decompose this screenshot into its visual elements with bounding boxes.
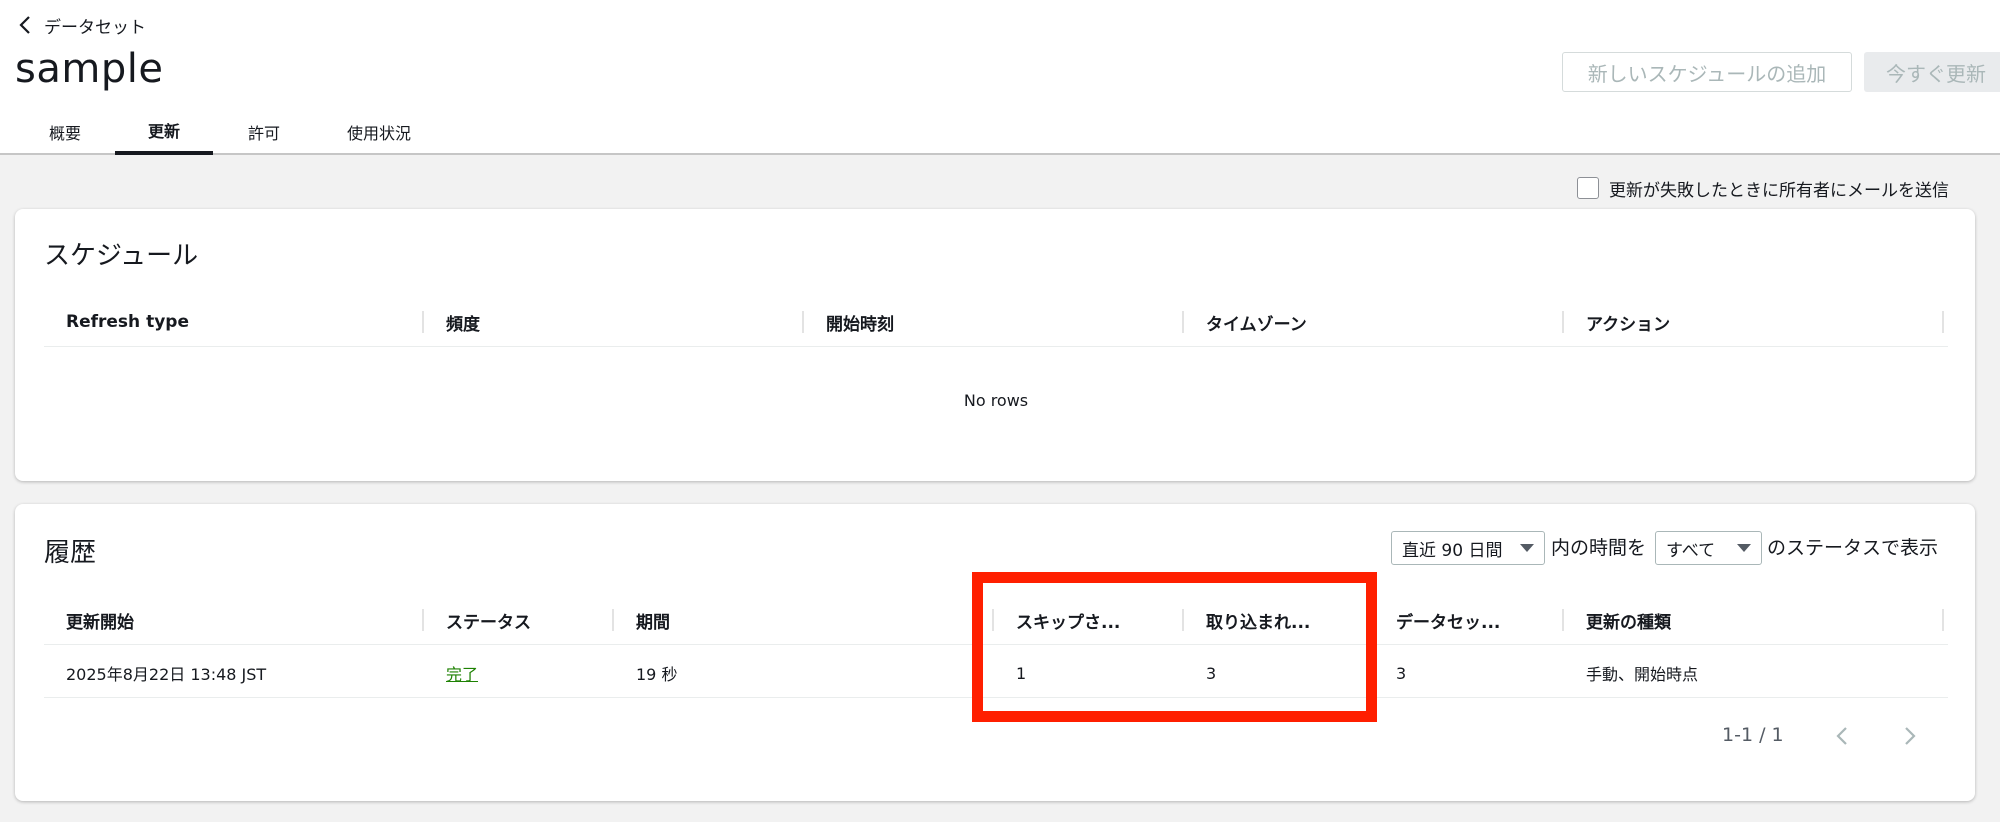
email-owner-label: 更新が失敗したときに所有者にメールを送信: [1609, 180, 1949, 201]
column-resizer[interactable]: [422, 609, 424, 631]
column-dataset-rows[interactable]: データセッ...: [1396, 595, 1500, 645]
tab-usage[interactable]: 使用状況: [346, 108, 412, 155]
column-timezone[interactable]: タイムゾーン: [1206, 297, 1307, 347]
caret-down-icon: [1737, 544, 1751, 552]
column-resizer[interactable]: [1942, 311, 1944, 333]
duration-cell: 19 秒: [636, 665, 678, 684]
ingested-rows-cell: 3: [1206, 663, 1217, 683]
time-range-value: 直近 90 日間: [1402, 540, 1503, 561]
column-refresh-start[interactable]: 更新開始: [66, 595, 134, 645]
column-resizer[interactable]: [1562, 609, 1564, 631]
column-resizer[interactable]: [1182, 311, 1184, 333]
back-link-label: データセット: [44, 17, 146, 38]
column-status[interactable]: ステータス: [446, 595, 531, 645]
status-link[interactable]: 完了: [446, 648, 478, 698]
schedule-title: スケジュール: [44, 241, 199, 271]
skipped-rows-cell: 1: [1016, 663, 1027, 683]
column-resizer[interactable]: [422, 311, 424, 333]
page-header: データセット sample 新しいスケジュールの追加 今すぐ更新 概要 更新 許…: [0, 0, 2000, 155]
email-owner-checkbox[interactable]: [1577, 177, 1599, 199]
column-actions[interactable]: アクション: [1586, 297, 1670, 347]
column-start-time[interactable]: 開始時刻: [826, 297, 894, 347]
add-schedule-button[interactable]: 新しいスケジュールの追加: [1562, 52, 1852, 92]
column-resizer[interactable]: [612, 609, 614, 631]
tab-refresh[interactable]: 更新: [115, 108, 213, 155]
column-resizer[interactable]: [1562, 311, 1564, 333]
column-resizer[interactable]: [992, 609, 994, 631]
status-filter-select[interactable]: すべて: [1655, 531, 1762, 565]
time-range-select[interactable]: 直近 90 日間: [1391, 531, 1545, 565]
pagination-summary: 1-1 / 1: [1722, 724, 1784, 746]
schedule-table-header: Refresh type 頻度 開始時刻 タイムゾーン アクション: [44, 297, 1948, 347]
dataset-rows-cell: 3: [1396, 663, 1407, 683]
schedule-card: スケジュール Refresh type 頻度 開始時刻 タイムゾーン アクション…: [15, 209, 1975, 481]
history-table-header: 更新開始 ステータス 期間 スキップさ... 取り込まれ... データセッ...…: [44, 595, 1948, 645]
column-resizer[interactable]: [1942, 609, 1944, 631]
status-filter-value: すべて: [1666, 540, 1716, 561]
filter-text-middle: 内の時間を: [1551, 537, 1647, 559]
tab-permissions[interactable]: 許可: [247, 108, 281, 155]
refresh-type-cell: 手動、開始時点: [1586, 665, 1699, 684]
column-skipped-rows[interactable]: スキップさ...: [1016, 595, 1120, 645]
column-frequency[interactable]: 頻度: [446, 297, 480, 347]
column-duration[interactable]: 期間: [636, 595, 670, 645]
column-resizer[interactable]: [802, 311, 804, 333]
tab-overview[interactable]: 概要: [48, 108, 82, 155]
refresh-start-cell: 2025年8月22日 13:48 JST: [66, 665, 267, 684]
column-resizer[interactable]: [1182, 609, 1184, 631]
empty-table-message: No rows: [963, 391, 1029, 410]
history-title: 履歴: [44, 538, 97, 568]
column-refresh-type[interactable]: 更新の種類: [1586, 595, 1671, 645]
back-to-datasets-link[interactable]: データセット: [18, 12, 146, 38]
column-resizer[interactable]: [1372, 609, 1374, 631]
previous-page-icon[interactable]: [1832, 724, 1852, 748]
email-owner-on-failure-option[interactable]: 更新が失敗したときに所有者にメールを送信: [1577, 176, 1949, 201]
column-ingested-rows[interactable]: 取り込まれ...: [1206, 595, 1310, 645]
chevron-left-icon: [19, 16, 30, 34]
next-page-icon[interactable]: [1900, 724, 1920, 748]
table-row: 2025年8月22日 13:48 JST 完了 19 秒 1 3 3 手動、開始…: [44, 648, 1948, 698]
filter-text-end: のステータスで表示: [1767, 537, 1939, 559]
caret-down-icon: [1520, 544, 1534, 552]
column-refresh-type[interactable]: Refresh type: [66, 297, 189, 347]
page-title: sample: [15, 46, 164, 92]
refresh-now-button[interactable]: 今すぐ更新: [1864, 52, 2000, 92]
